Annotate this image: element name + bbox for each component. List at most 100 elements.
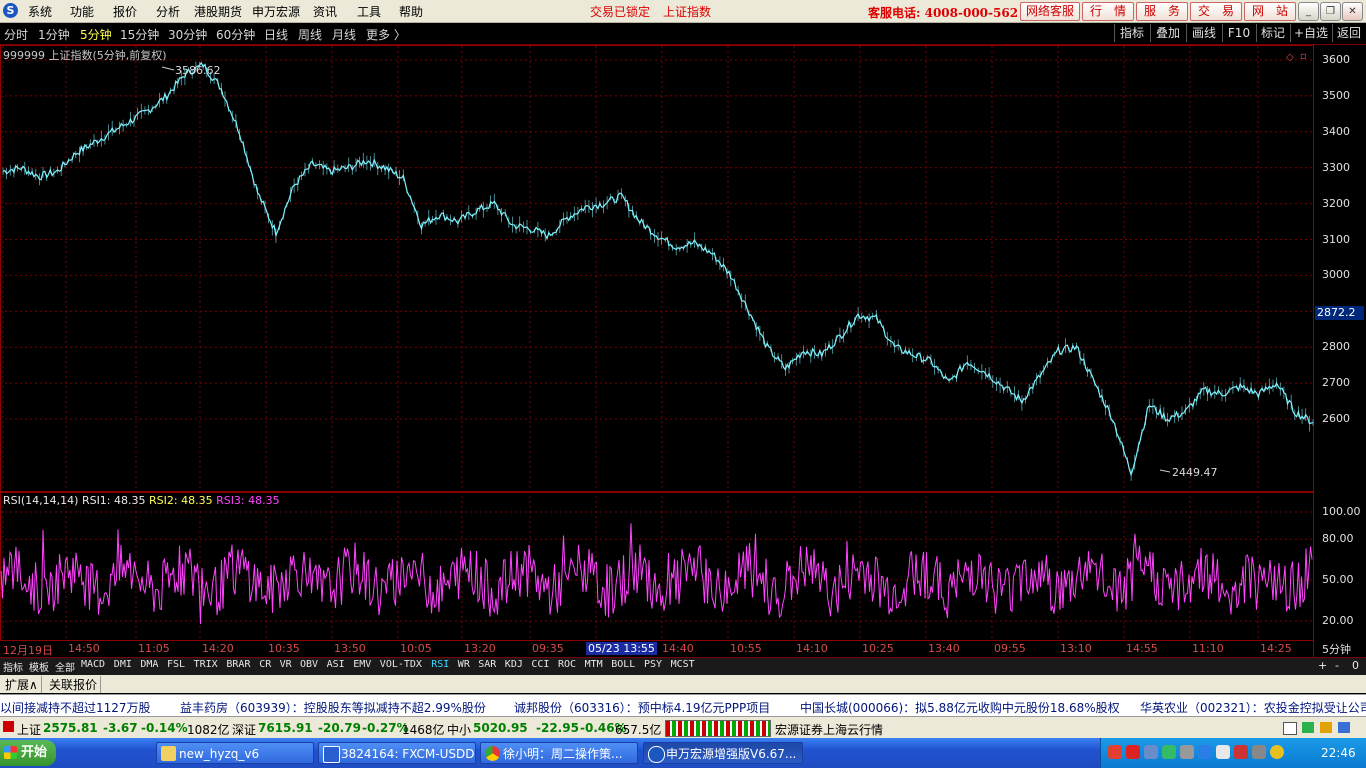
indicator-tab-vol-tdx[interactable]: VOL-TDX <box>380 659 422 670</box>
news-item[interactable]: 以间接减持不超过1127万股 <box>0 699 151 716</box>
info-icon[interactable] <box>1338 722 1350 733</box>
minimize-icon[interactable]: _ <box>1298 2 1319 21</box>
period-1min[interactable]: 1分钟 <box>38 26 70 43</box>
taskbar-item-browser[interactable]: 徐小明：周二操作策... <box>480 742 638 764</box>
indicator-tab-rsi[interactable]: RSI <box>431 659 449 670</box>
menu-hk-futures[interactable]: 港股期货 <box>194 3 242 20</box>
y-tick-label: 3000 <box>1322 268 1350 282</box>
add-watchlist-button[interactable]: +自选 <box>1290 24 1331 42</box>
period-60min[interactable]: 60分钟 <box>216 26 255 43</box>
current-price-tag: 2872.2 <box>1315 306 1364 320</box>
menu-analysis[interactable]: 分析 <box>156 3 180 20</box>
task-label: new_hyzq_v6 <box>179 747 260 761</box>
back-button[interactable]: 返回 <box>1332 24 1365 42</box>
indicator-tab-emv[interactable]: EMV <box>353 659 371 670</box>
indicator-tab-指标[interactable]: 指标 <box>3 659 23 674</box>
news-item[interactable]: 华英农业（002321）：农投金控拟受让公司 <box>1140 699 1366 716</box>
sh-change: -3.67 <box>103 721 138 735</box>
period-timeshare[interactable]: 分时 <box>4 26 28 43</box>
indicator-tab-全部[interactable]: 全部 <box>55 659 75 674</box>
indicator-remove-button[interactable]: - <box>1335 659 1339 672</box>
sh-label: 上证 <box>17 723 42 737</box>
expand-tab[interactable]: 扩展∧ <box>2 676 42 693</box>
draw-line-button[interactable]: 画线 <box>1186 24 1221 42</box>
tray-smile-icon[interactable] <box>1270 745 1284 759</box>
taskbar-item-swhy[interactable]: 申万宏源增强版V6.67... <box>643 742 803 764</box>
news-item[interactable]: 益丰药房（603939）：控股股东等拟减持不超2.99%股份 <box>180 699 486 716</box>
indicator-tab-cr[interactable]: CR <box>259 659 271 670</box>
x-tick-label: 13:10 <box>1060 642 1092 655</box>
indicator-tab-dmi[interactable]: DMI <box>114 659 132 670</box>
tray-keyboard-icon[interactable] <box>1144 745 1158 759</box>
period-daily[interactable]: 日线 <box>264 26 288 43</box>
low-price-label: 2449.47 <box>1172 466 1218 479</box>
menu-tools[interactable]: 工具 <box>357 3 381 20</box>
indicator-tab-wr[interactable]: WR <box>458 659 470 670</box>
menu-help[interactable]: 帮助 <box>399 3 423 20</box>
period-30min[interactable]: 30分钟 <box>168 26 207 43</box>
website-button[interactable]: 网 站 <box>1244 2 1296 21</box>
period-15min[interactable]: 15分钟 <box>120 26 159 43</box>
connection-icon[interactable] <box>1302 722 1314 733</box>
menu-swhy[interactable]: 申万宏源 <box>252 3 300 20</box>
indicator-tab-fsl[interactable]: FSL <box>167 659 185 670</box>
tray-bluetooth-icon[interactable] <box>1198 745 1212 759</box>
online-service-button[interactable]: 网络客服 <box>1020 2 1080 21</box>
tray-device-icon[interactable] <box>1252 745 1266 759</box>
window-mode-icon[interactable] <box>1283 722 1297 735</box>
related-quote-tab[interactable]: 关联报价 <box>46 676 102 693</box>
period-5min[interactable]: 5分钟 <box>80 26 112 43</box>
period-more[interactable]: 更多 〉 <box>366 26 406 43</box>
menu-system[interactable]: 系统 <box>28 3 52 20</box>
news-item[interactable]: 中国长城(000066)：拟5.88亿元收购中元股份18.68%股权 <box>800 699 1120 716</box>
indicator-reset-button[interactable]: 0 <box>1352 659 1359 672</box>
overlay-button[interactable]: 叠加 <box>1150 24 1185 42</box>
market-button[interactable]: 行 情 <box>1082 2 1134 21</box>
indicator-tab-mcst[interactable]: MCST <box>671 659 695 670</box>
swhy-app-icon <box>648 746 665 763</box>
indicator-tab-asi[interactable]: ASI <box>327 659 345 670</box>
f10-button[interactable]: F10 <box>1222 24 1255 42</box>
tray-usb-icon[interactable] <box>1180 745 1194 759</box>
close-icon[interactable]: ✕ <box>1342 2 1363 21</box>
restore-icon[interactable]: ❐ <box>1320 2 1341 21</box>
indicator-add-button[interactable]: + <box>1318 659 1327 672</box>
indicator-tab-模板[interactable]: 模板 <box>29 659 49 674</box>
y-tick-label: 3500 <box>1322 88 1350 102</box>
menu-news[interactable]: 资讯 <box>313 3 337 20</box>
kline-chart[interactable]: ◇ ▫ <box>0 45 1366 657</box>
mark-button[interactable]: 标记 <box>1256 24 1289 42</box>
indicator-tab-dma[interactable]: DMA <box>140 659 158 670</box>
indicator-tab-cci[interactable]: CCI <box>531 659 549 670</box>
news-item[interactable]: 诚邦股份（603316）：预中标4.19亿元PPP项目 <box>514 699 770 716</box>
alert-icon[interactable] <box>1320 722 1332 733</box>
indicator-tab-obv[interactable]: OBV <box>300 659 318 670</box>
indicator-tab-trix[interactable]: TRIX <box>194 659 218 670</box>
service-button[interactable]: 服 务 <box>1136 2 1188 21</box>
indicator-tab-roc[interactable]: ROC <box>558 659 576 670</box>
indicator-tab-brar[interactable]: BRAR <box>226 659 250 670</box>
indicator-tab-vr[interactable]: VR <box>280 659 292 670</box>
tray-volume-icon[interactable] <box>1216 745 1230 759</box>
indicator-tab-sar[interactable]: SAR <box>478 659 496 670</box>
indicator-tab-mtm[interactable]: MTM <box>585 659 603 670</box>
news-ticker[interactable]: 以间接减持不超过1127万股 益丰药房（603939）：控股股东等拟减持不超2.… <box>0 694 1366 717</box>
indicator-button[interactable]: 指标 <box>1114 24 1149 42</box>
trade-button[interactable]: 交 易 <box>1190 2 1242 21</box>
period-monthly[interactable]: 月线 <box>332 26 356 43</box>
indicator-tab-macd[interactable]: MACD <box>81 659 105 670</box>
indicator-tab-boll[interactable]: BOLL <box>611 659 635 670</box>
tray-network-icon[interactable] <box>1162 745 1176 759</box>
menu-quote[interactable]: 报价 <box>113 3 137 20</box>
tray-security-icon[interactable] <box>1234 745 1248 759</box>
tray-flag-icon[interactable] <box>1126 745 1140 759</box>
period-weekly[interactable]: 周线 <box>298 26 322 43</box>
tray-s-icon[interactable] <box>1108 745 1122 759</box>
start-button[interactable]: 开始 <box>0 740 56 766</box>
indicator-tab-kdj[interactable]: KDJ <box>505 659 523 670</box>
menu-function[interactable]: 功能 <box>70 3 94 20</box>
taskbar-item-fxcm[interactable]: 3824164: FXCM-USDDe... <box>318 742 476 764</box>
corner-icons: ◇ ▫ <box>1286 51 1307 63</box>
taskbar-item-folder[interactable]: new_hyzq_v6 <box>156 742 314 764</box>
indicator-tab-psy[interactable]: PSY <box>644 659 662 670</box>
